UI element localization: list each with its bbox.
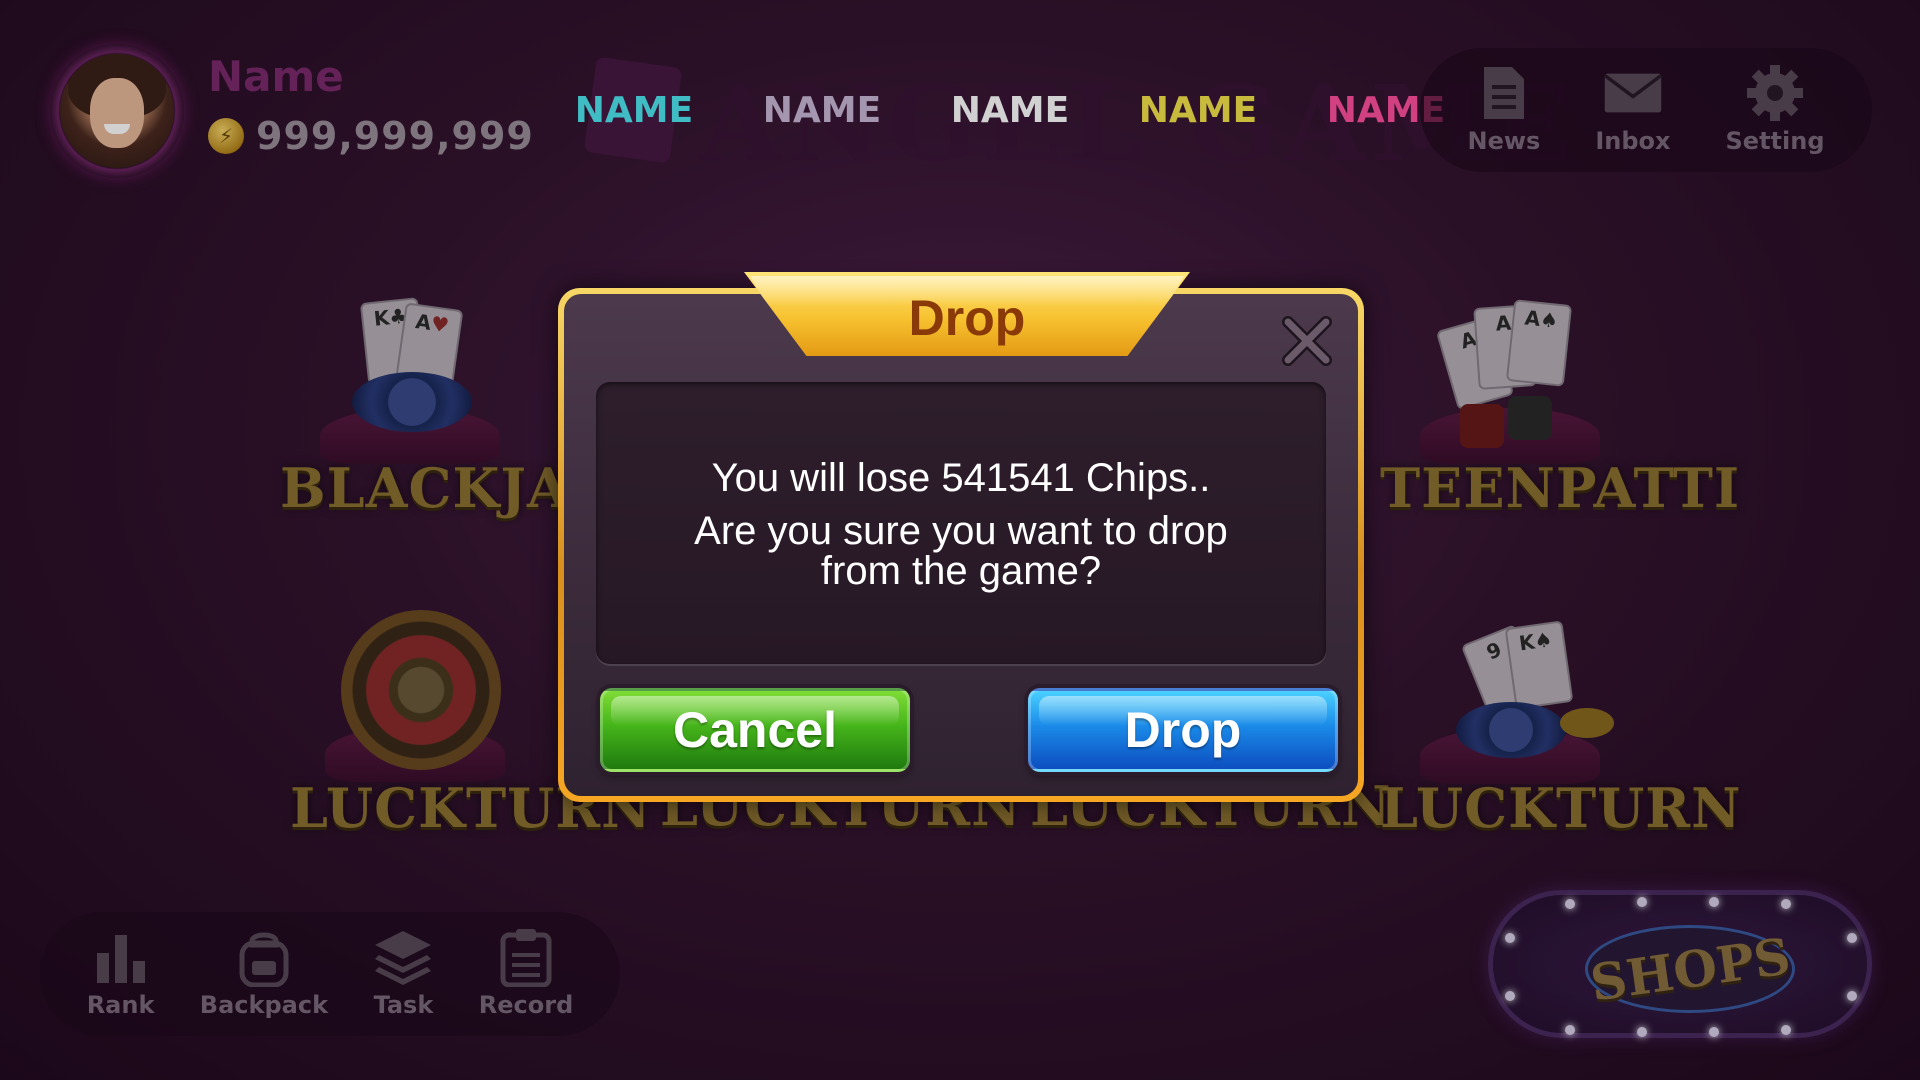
- rank-button[interactable]: Rank: [86, 929, 155, 1019]
- shops-button[interactable]: SHOPS: [1488, 890, 1872, 1038]
- backpack-button[interactable]: Backpack: [200, 929, 328, 1019]
- top-name-1[interactable]: NAME: [540, 90, 728, 131]
- roulette-icon: [341, 610, 501, 770]
- top-name-3[interactable]: NAME: [916, 90, 1104, 131]
- cancel-button[interactable]: Cancel: [600, 688, 910, 772]
- clipboard-icon: [496, 929, 556, 987]
- news-button[interactable]: News: [1467, 65, 1541, 155]
- backpack-icon: [234, 929, 294, 987]
- shops-badge: SHOPS: [1585, 925, 1795, 1013]
- setting-button[interactable]: Setting: [1726, 65, 1825, 155]
- inbox-button[interactable]: Inbox: [1595, 65, 1671, 155]
- coin-balance: ⚡ 999,999,999: [208, 114, 534, 158]
- drop-button[interactable]: Drop: [1028, 688, 1338, 772]
- game-tile-teenpatti[interactable]: A A A♠ TEENPATTI: [1380, 296, 1741, 520]
- close-icon: [1282, 316, 1332, 366]
- setting-label: Setting: [1725, 127, 1825, 155]
- layers-icon: [373, 929, 433, 985]
- task-button[interactable]: Task: [373, 929, 433, 1019]
- news-icon: [1474, 65, 1534, 121]
- game-tile-blackjack[interactable]: K♣ A♥ BLACKJACK: [280, 296, 662, 520]
- game-tile-luckturn-4[interactable]: 9 K♠ LUCKTURN: [1380, 620, 1742, 840]
- rank-label: Rank: [86, 991, 155, 1019]
- message-box: You will lose 541541 Chips.. Are you sur…: [596, 382, 1326, 664]
- top-menu: News Inbox Setting: [1420, 48, 1872, 172]
- top-name-list: NAME NAME NAME NAME NAME: [540, 90, 1480, 131]
- bottom-menu: Rank Backpack Task Record: [40, 912, 620, 1036]
- coin-amount: 999,999,999: [256, 114, 534, 158]
- record-label: Record: [478, 991, 574, 1019]
- game-label-blackjack: BLACKJACK: [280, 456, 662, 520]
- top-name-4[interactable]: NAME: [1104, 90, 1292, 131]
- coin-icon: ⚡: [208, 118, 244, 154]
- shops-label: SHOPS: [1586, 925, 1794, 1013]
- game-tile-luckturn-1[interactable]: LUCKTURN: [290, 606, 652, 840]
- inbox-icon: [1603, 65, 1663, 121]
- task-label: Task: [373, 991, 434, 1019]
- game-label-teenpatti: TEENPATTI: [1380, 456, 1741, 520]
- backpack-label: Backpack: [199, 991, 329, 1019]
- avatar[interactable]: [60, 54, 174, 168]
- bar-chart-icon: [91, 929, 151, 985]
- player-name: Name: [208, 52, 344, 101]
- cancel-label: Cancel: [673, 702, 837, 758]
- message-confirm: Are you sure you want to drop from the g…: [694, 508, 1228, 593]
- gear-icon: [1745, 65, 1805, 121]
- avatar-frame[interactable]: [50, 44, 184, 178]
- news-label: News: [1467, 127, 1541, 155]
- close-button[interactable]: [1278, 312, 1336, 370]
- game-label-luckturn-1: LUCKTURN: [290, 776, 652, 840]
- drop-label: Drop: [1124, 702, 1242, 758]
- dialog-body: Drop You will lose 541541 Chips.. Are yo…: [564, 272, 1358, 796]
- record-button[interactable]: Record: [478, 929, 574, 1019]
- inbox-label: Inbox: [1595, 127, 1671, 155]
- drop-dialog: Drop You will lose 541541 Chips.. Are yo…: [558, 272, 1364, 802]
- game-label-luckturn-4: LUCKTURN: [1380, 776, 1742, 840]
- top-name-2[interactable]: NAME: [728, 90, 916, 131]
- dialog-title: Drop: [908, 290, 1026, 346]
- message-chips-loss: You will lose 541541 Chips..: [711, 455, 1211, 500]
